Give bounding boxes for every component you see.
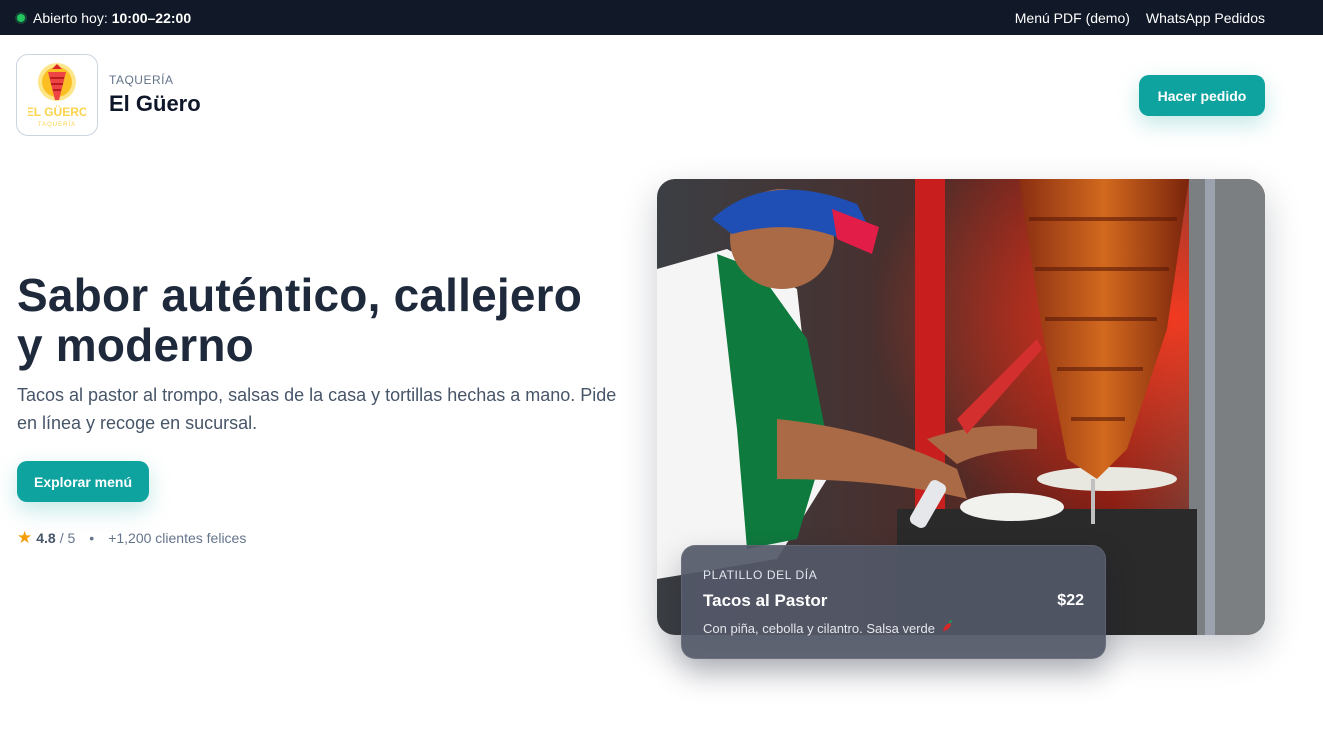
svg-text:EL GÜERO: EL GÜERO bbox=[28, 104, 86, 119]
dish-description-row: Con piña, cebolla y cilantro. Salsa verd… bbox=[703, 620, 1084, 637]
dish-price: $22 bbox=[1057, 592, 1084, 609]
top-links: Menú PDF (demo) WhatsApp Pedidos bbox=[1015, 0, 1265, 35]
menu-pdf-link[interactable]: Menú PDF (demo) bbox=[1015, 10, 1130, 26]
dish-of-the-day-card[interactable]: PLATILLO DEL DÍA Tacos al Pastor $22 Con… bbox=[681, 545, 1106, 659]
status-dot-icon bbox=[17, 13, 25, 22]
dish-name: Tacos al Pastor bbox=[703, 591, 828, 610]
happy-customers: +1,200 clientes felices bbox=[108, 530, 247, 546]
separator-dot: • bbox=[89, 530, 95, 546]
brand-category: TAQUERÍA bbox=[109, 73, 174, 87]
dish-description: Con piña, cebolla y cilantro. Salsa verd… bbox=[703, 621, 935, 636]
rating-summary: ★ 4.8 / 5 • +1,200 clientes felices bbox=[17, 528, 246, 548]
explore-menu-button[interactable]: Explorar menú bbox=[17, 461, 149, 502]
svg-text:TAQUERÍA: TAQUERÍA bbox=[38, 121, 76, 128]
dish-of-the-day-label: PLATILLO DEL DÍA bbox=[703, 568, 818, 582]
hero-title-line-1: Sabor auténtico, callejero bbox=[17, 269, 583, 321]
hero-description: Tacos al pastor al trompo, salsas de la … bbox=[17, 385, 617, 433]
place-order-button[interactable]: Hacer pedido bbox=[1139, 75, 1265, 116]
opening-hours: Abierto hoy: 10:00–22:00 bbox=[17, 0, 191, 35]
trompo-logo-icon: EL GÜERO TAQUERÍA bbox=[28, 63, 86, 128]
rating-max: / 5 bbox=[59, 530, 76, 546]
hero-title: Sabor auténtico, callejero y moderno bbox=[17, 270, 657, 370]
chili-pepper-icon bbox=[940, 620, 954, 637]
brand-logo[interactable]: EL GÜERO TAQUERÍA bbox=[16, 54, 98, 136]
star-icon: ★ bbox=[17, 528, 33, 547]
rating-value: 4.8 bbox=[36, 530, 56, 546]
opening-hours-value: 10:00–22:00 bbox=[111, 9, 192, 26]
dish-title-row: Tacos al Pastor $22 bbox=[703, 591, 1084, 611]
hero-title-line-2: y moderno bbox=[17, 319, 254, 371]
brand-name[interactable]: El Güero bbox=[109, 91, 201, 117]
opening-hours-label: Abierto hoy: bbox=[33, 9, 108, 26]
top-bar: Abierto hoy: 10:00–22:00 Menú PDF (demo)… bbox=[0, 0, 1323, 35]
whatsapp-orders-link[interactable]: WhatsApp Pedidos bbox=[1146, 10, 1265, 26]
